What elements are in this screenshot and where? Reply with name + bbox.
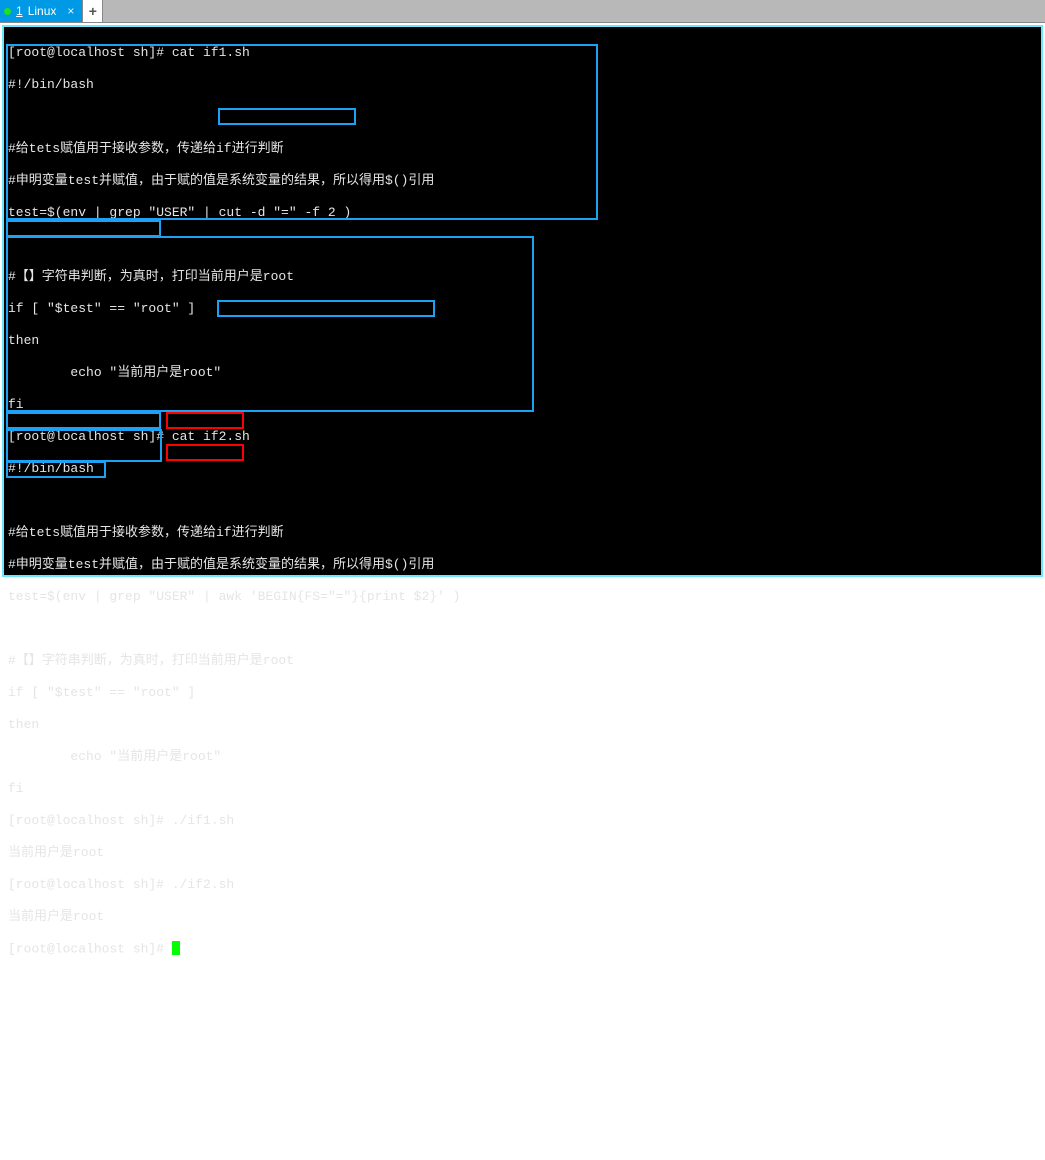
status-dot-icon: [4, 8, 11, 15]
terminal-window: [root@localhost sh]# cat if1.sh #!/bin/b…: [2, 25, 1043, 577]
close-icon[interactable]: ×: [67, 4, 74, 18]
terminal-line: test=$(env | grep "USER" | cut -d "=" -f…: [8, 205, 1037, 221]
terminal-line: 当前用户是root: [8, 845, 1037, 861]
terminal-line: #给tets赋值用于接收参数，传递给if进行判断: [8, 141, 1037, 157]
terminal-line: [root@localhost sh]# cat if2.sh: [8, 429, 1037, 445]
terminal-line: #申明变量test并赋值，由于赋的值是系统变量的结果，所以得用$()引用: [8, 173, 1037, 189]
highlight-box-script2: [6, 236, 534, 412]
terminal-line: 当前用户是root: [8, 909, 1037, 925]
terminal-line: [root@localhost sh]# cat if1.sh: [8, 45, 1037, 61]
add-tab-button[interactable]: +: [83, 0, 103, 22]
tab-bar: 1 Linux × +: [0, 0, 1045, 23]
highlight-box-prompt2: [6, 220, 161, 237]
terminal-line: [root@localhost sh]#: [8, 941, 1037, 957]
terminal-line: #【】字符串判断，为真时，打印当前用户是root: [8, 269, 1037, 285]
terminal-line: [root@localhost sh]# ./if1.sh: [8, 813, 1037, 829]
terminal-line: [8, 621, 1037, 637]
terminal-line: [8, 237, 1037, 253]
cursor-icon: [172, 941, 180, 955]
terminal-line: fi: [8, 781, 1037, 797]
highlight-box-run2: [166, 444, 244, 461]
terminal-line: [8, 109, 1037, 125]
terminal-line: #!/bin/bash: [8, 461, 1037, 477]
terminal-line: [8, 493, 1037, 509]
terminal[interactable]: [root@localhost sh]# cat if1.sh #!/bin/b…: [4, 27, 1041, 1160]
tab-title: Linux: [28, 4, 57, 18]
terminal-line: then: [8, 333, 1037, 349]
terminal-line: test=$(env | grep "USER" | awk 'BEGIN{FS…: [8, 589, 1037, 605]
tab-number: 1: [16, 4, 23, 18]
terminal-line: #【】字符串判断，为真时，打印当前用户是root: [8, 653, 1037, 669]
terminal-line: #!/bin/bash: [8, 77, 1037, 93]
terminal-line: #申明变量test并赋值，由于赋的值是系统变量的结果，所以得用$()引用: [8, 557, 1037, 573]
terminal-line: if [ "$test" == "root" ]: [8, 301, 1037, 317]
highlight-box-prompt3: [6, 412, 161, 429]
terminal-line: echo "当前用户是root": [8, 749, 1037, 765]
tab-linux[interactable]: 1 Linux ×: [0, 0, 83, 22]
prompt-text: [root@localhost sh]#: [8, 941, 172, 956]
terminal-line: if [ "$test" == "root" ]: [8, 685, 1037, 701]
terminal-line: then: [8, 717, 1037, 733]
terminal-line: echo "当前用户是root": [8, 365, 1037, 381]
terminal-line: [root@localhost sh]# ./if2.sh: [8, 877, 1037, 893]
highlight-box-script1: [6, 44, 598, 220]
highlight-box-run1: [166, 412, 244, 429]
terminal-line: #给tets赋值用于接收参数，传递给if进行判断: [8, 525, 1037, 541]
terminal-line: fi: [8, 397, 1037, 413]
